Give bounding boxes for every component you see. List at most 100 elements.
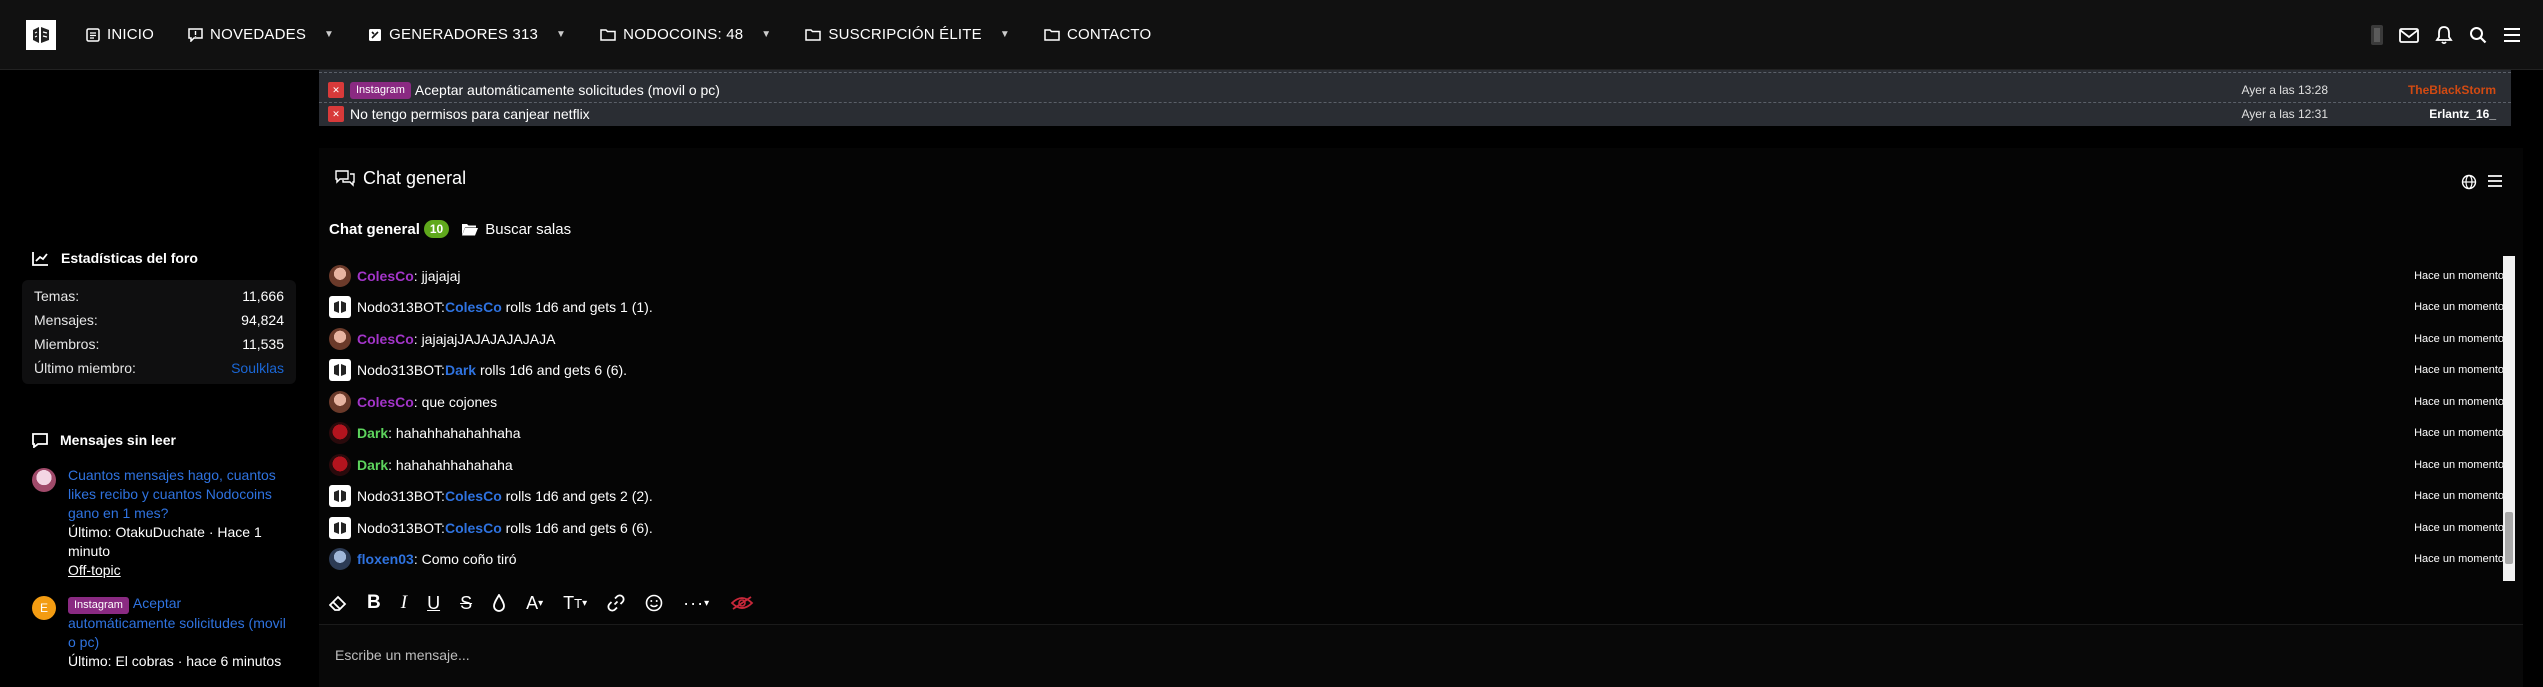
prefix-badge: Instagram [68, 597, 129, 614]
chat-mention[interactable]: Dark [445, 362, 476, 378]
unread-item[interactable]: E Instagram Aceptar automáticamente solic… [32, 594, 296, 671]
mail-icon[interactable] [2399, 27, 2419, 43]
latest-member-link[interactable]: Soulklas [231, 360, 284, 376]
chat-message: floxen03: Como coño tiró Hace un momento [329, 544, 2504, 576]
thread-last-poster[interactable]: TheBlackStorm [2408, 83, 2496, 97]
link-icon[interactable] [607, 594, 625, 612]
bold-icon[interactable]: B [367, 592, 381, 614]
chat-mention[interactable]: ColesCo [445, 488, 502, 504]
avatar-icon[interactable] [2371, 25, 2383, 45]
strikethrough-icon[interactable]: S [460, 593, 472, 614]
nav-novedades[interactable]: NOVEDADES ▼ [188, 26, 334, 43]
menu-icon[interactable] [2503, 27, 2521, 43]
chat-username[interactable]: Nodo313BOT: [357, 362, 445, 378]
search-icon[interactable] [2469, 26, 2487, 44]
chat-username[interactable]: floxen03 [357, 551, 414, 567]
scrollbar-thumb[interactable] [2505, 512, 2513, 564]
menu-icon[interactable] [2487, 174, 2503, 195]
bot-avatar[interactable] [329, 359, 351, 382]
chat-timestamp: Hace un momento [2414, 427, 2504, 440]
avatar[interactable] [329, 453, 351, 476]
chat-message-text: : hahahhahahahhaha [388, 425, 521, 442]
nav-inicio-label: INICIO [107, 26, 155, 43]
chat-timestamp: Hace un momento [2414, 269, 2504, 282]
hide-icon[interactable] [730, 595, 754, 611]
underline-icon[interactable]: U [427, 593, 440, 614]
prefix-badge: Instagram [350, 81, 411, 99]
bot-avatar[interactable] [329, 485, 351, 508]
recent-threads-list: ✕ Instagram Aceptar automáticamente soli… [319, 70, 2511, 126]
room-name[interactable]: Chat general [329, 221, 420, 238]
thread-title[interactable]: Aceptar automáticamente solicitudes (mov… [415, 82, 720, 98]
nav-contacto[interactable]: CONTACTO [1044, 26, 1151, 43]
avatar[interactable] [32, 468, 56, 492]
thread-row[interactable]: ✕ Instagram Aceptar automáticamente soli… [328, 79, 2496, 101]
chevron-down-icon[interactable]: ▼ [324, 29, 334, 40]
stat-label: Mensajes: [34, 312, 98, 328]
avatar[interactable] [329, 548, 351, 571]
globe-icon[interactable] [2461, 174, 2477, 195]
folder-icon [1044, 28, 1060, 41]
avatar[interactable] [329, 422, 351, 445]
avatar[interactable] [329, 327, 351, 350]
unread-forum-link[interactable]: Off-topic [68, 561, 288, 580]
nav-contacto-label: CONTACTO [1066, 26, 1152, 43]
stat-value: 11,666 [242, 288, 284, 304]
chat-username[interactable]: Dark [357, 457, 388, 473]
message-input[interactable] [335, 643, 2495, 667]
stat-label: Temas: [34, 288, 80, 304]
thread-title[interactable]: No tengo permisos para canjear netflix [350, 106, 590, 122]
nav-suscripcion-elite[interactable]: SUSCRIPCIÓN ÉLITE ▼ [805, 26, 1010, 43]
bot-avatar[interactable] [329, 516, 351, 539]
font-family-icon[interactable]: A ▾ [526, 593, 543, 614]
bell-icon[interactable] [2435, 25, 2453, 45]
chat-timestamp: Hace un momento [2414, 395, 2504, 408]
chevron-down-icon[interactable]: ▼ [556, 29, 566, 40]
chat-mention[interactable]: ColesCo [445, 299, 502, 315]
emoji-icon[interactable] [645, 594, 663, 612]
unread-item[interactable]: Cuantos mensajes hago, cuantos likes rec… [32, 466, 296, 580]
nav-suscripcion-label: SUSCRIPCIÓN ÉLITE [828, 26, 982, 43]
chevron-down-icon[interactable]: ▼ [761, 29, 771, 40]
avatar[interactable] [329, 264, 351, 287]
logo-mark-icon [30, 23, 52, 46]
chat-tools [2461, 174, 2503, 195]
chevron-down-icon[interactable]: ▼ [1000, 29, 1010, 40]
chat-username[interactable]: Dark [357, 425, 388, 441]
avatar[interactable]: E [32, 596, 56, 620]
chat-message-text: rolls 1d6 and gets 6 (6). [505, 519, 653, 536]
italic-icon[interactable]: I [401, 592, 407, 614]
nav-generadores[interactable]: GENERADORES 313 ▼ [368, 26, 566, 43]
chat-header: Chat general [335, 168, 466, 189]
font-size-icon[interactable]: T T ▾ [563, 593, 587, 614]
unread-messages-widget: Mensajes sin leer Cuantos mensajes hago,… [22, 432, 296, 671]
chat-timestamp: Hace un momento [2414, 521, 2504, 534]
chat-username[interactable]: ColesCo [357, 394, 414, 410]
avatar[interactable] [329, 390, 351, 413]
thread-row[interactable]: ✕ No tengo permisos para canjear netflix… [328, 103, 2496, 125]
nav-inicio[interactable]: INICIO [86, 26, 154, 43]
chat-bubble-icon [188, 27, 203, 42]
chat-username[interactable]: Nodo313BOT: [357, 488, 445, 504]
search-rooms-button[interactable]: Buscar salas [461, 221, 571, 238]
more-icon[interactable]: ··· ▾ [683, 593, 710, 614]
site-logo[interactable] [26, 19, 56, 50]
chat-username[interactable]: Nodo313BOT: [357, 520, 445, 536]
unread-thread-title[interactable]: Cuantos mensajes hago, cuantos likes rec… [68, 466, 288, 523]
chat-username[interactable]: ColesCo [357, 268, 414, 284]
thread-status-icon: ✕ [328, 82, 344, 98]
chat-scrollbar[interactable] [2503, 256, 2515, 581]
color-drop-icon[interactable] [492, 594, 506, 612]
chat-username[interactable]: Nodo313BOT: [357, 299, 445, 315]
chat-message: Nodo313BOT: ColesCo rolls 1d6 and gets 2… [329, 481, 2504, 513]
eraser-icon[interactable] [329, 595, 347, 611]
thread-time: Ayer a las 12:31 [2241, 107, 2328, 121]
chat-username[interactable]: ColesCo [357, 331, 414, 347]
nav-nodocoins[interactable]: NODOCOINS: 48 ▼ [600, 26, 771, 43]
stats-box: Temas: 11,666 Mensajes: 94,824 Miembros: 11… [22, 280, 296, 384]
chat-message: Dark: hahahahhahahaha Hace un momento [329, 449, 2504, 481]
chat-mention[interactable]: ColesCo [445, 520, 502, 536]
bot-avatar[interactable] [329, 296, 351, 319]
thread-last-poster[interactable]: Erlantz_16_ [2429, 107, 2496, 121]
chat-message-text: : hahahahhahahaha [388, 456, 513, 473]
